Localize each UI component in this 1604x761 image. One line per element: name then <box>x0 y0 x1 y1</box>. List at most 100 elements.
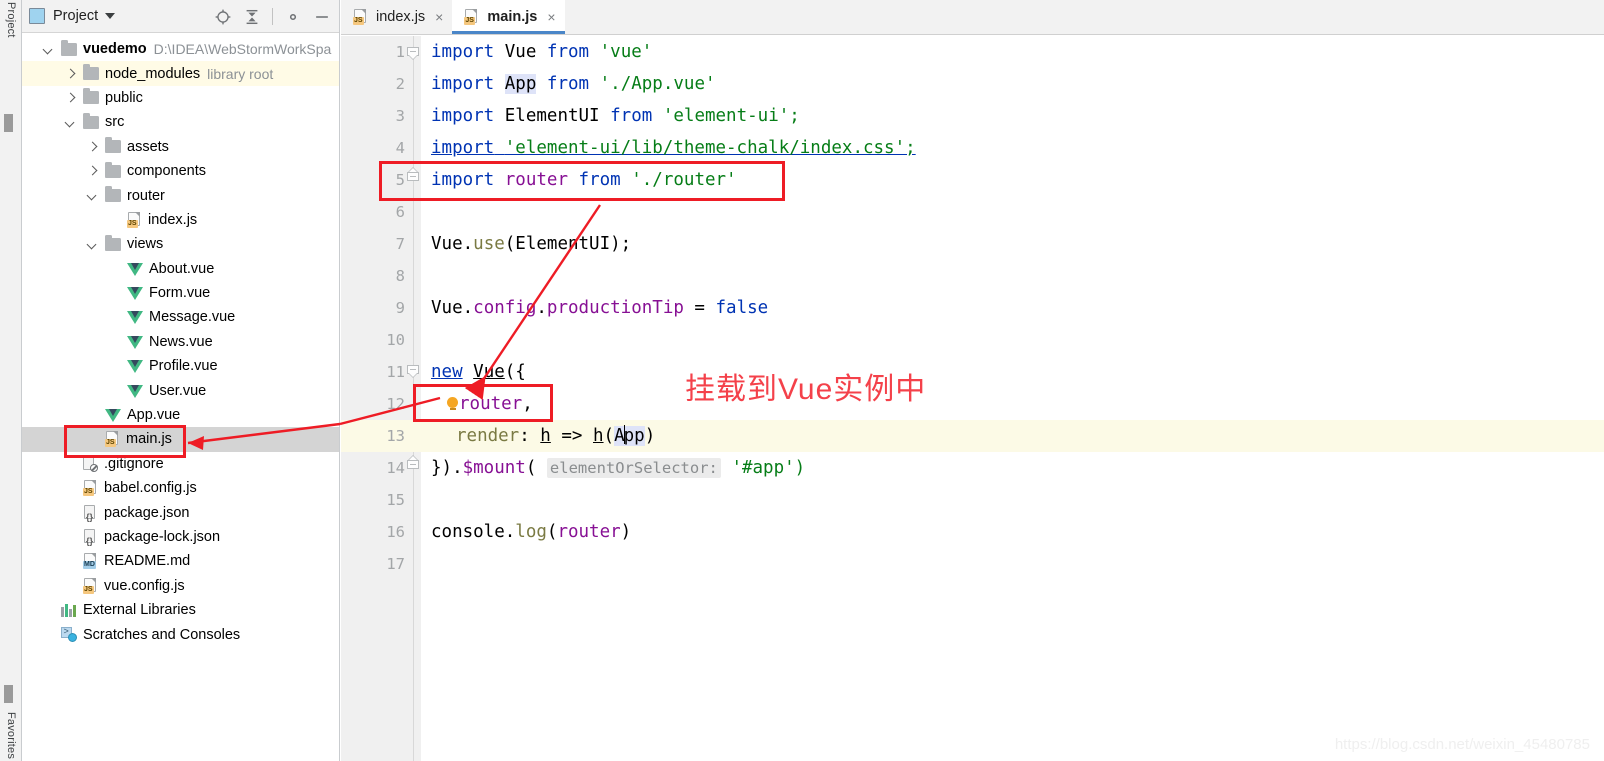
tool-window-button-favorites[interactable]: Favorites <box>1 712 21 759</box>
editor-tab-main-js[interactable]: JS main.js × <box>452 0 565 34</box>
tree-arrow-spacer <box>64 482 77 495</box>
code-line-3[interactable]: import ElementUI from 'element-ui'; <box>431 100 800 132</box>
folder-icon <box>105 186 121 203</box>
chevron-right-icon[interactable] <box>86 165 99 178</box>
tree-item-news-vue[interactable]: News.vue <box>22 330 339 354</box>
tool-window-button-project[interactable]: Project <box>1 2 21 38</box>
tree-item-suffix: D:\IDEA\WebStormWorkSpa <box>153 41 332 58</box>
chevron-down-icon[interactable] <box>86 238 99 251</box>
tree-item-router[interactable]: router <box>22 183 339 207</box>
tree-item-label: vue.config.js <box>104 577 185 594</box>
line-number: 5 <box>395 171 405 189</box>
tree-arrow-spacer <box>86 433 99 446</box>
tree-item-components[interactable]: components <box>22 159 339 183</box>
tree-item-scratches-and-consoles[interactable]: Scratches and Consoles <box>22 622 339 646</box>
close-icon[interactable]: × <box>547 10 555 24</box>
tree-item-public[interactable]: public <box>22 86 339 110</box>
code-line-13[interactable]: render: h => h(App) <box>456 420 655 452</box>
code-line-16[interactable]: console.log(router) <box>431 516 631 548</box>
chevron-down-icon[interactable] <box>42 43 55 56</box>
select-opened-file-icon[interactable] <box>214 8 232 26</box>
code-line-14[interactable]: }).$mount( elementOrSelector: '#app') <box>431 452 805 484</box>
tree-item-message-vue[interactable]: Message.vue <box>22 305 339 329</box>
tree-item-label: About.vue <box>149 260 215 277</box>
code-line-12[interactable]: router, <box>446 388 533 420</box>
tree-arrow-spacer <box>108 213 121 226</box>
code-line-11[interactable]: new Vue({ <box>431 356 526 388</box>
tree-item-about-vue[interactable]: About.vue <box>22 257 339 281</box>
collapse-all-icon[interactable] <box>243 8 261 26</box>
folder-icon <box>83 88 99 105</box>
tree-item-node-modules[interactable]: node_modules library root <box>22 61 339 86</box>
chevron-right-icon[interactable] <box>86 140 99 153</box>
close-icon[interactable]: × <box>435 10 443 24</box>
fold-marker-line1[interactable] <box>407 47 420 60</box>
code-line-4[interactable]: import 'element-ui/lib/theme-chalk/index… <box>431 132 916 164</box>
tree-item-external-libraries[interactable]: External Libraries <box>22 598 339 622</box>
project-tree[interactable]: vuedemo D:\IDEA\WebStormWorkSpa node_modul… <box>22 34 339 761</box>
tree-item-label: main.js <box>126 431 172 448</box>
tree-item-form-vue[interactable]: Form.vue <box>22 281 339 305</box>
line-number: 7 <box>395 235 405 253</box>
tree-item-assets[interactable]: assets <box>22 135 339 159</box>
chevron-down-icon[interactable] <box>64 116 77 129</box>
tree-arrow-spacer <box>108 262 121 275</box>
tree-item-label: External Libraries <box>83 602 196 619</box>
vue-file-icon <box>127 335 143 349</box>
strip-handle-bottom <box>4 685 13 703</box>
tree-item-label: components <box>127 163 206 180</box>
chevron-down-icon[interactable] <box>105 13 116 19</box>
folder-icon <box>83 64 99 81</box>
line-number: 12 <box>386 395 405 413</box>
code-line-5[interactable]: import router from './router' <box>431 164 737 196</box>
editor-tab-index-js[interactable]: JS index.js × <box>341 0 452 34</box>
tree-item-babel-config-js[interactable]: JS babel.config.js <box>22 476 339 500</box>
tree-item-user-vue[interactable]: User.vue <box>22 378 339 402</box>
line-number: 9 <box>395 299 405 317</box>
js-file-icon: JS <box>83 577 98 594</box>
chevron-right-icon[interactable] <box>64 91 77 104</box>
hide-window-icon[interactable] <box>313 8 331 26</box>
tree-item-index-js[interactable]: JS index.js <box>22 208 339 232</box>
tree-item-src[interactable]: src <box>22 110 339 134</box>
vue-file-icon <box>105 408 121 423</box>
tree-arrow-spacer <box>64 555 77 568</box>
annotation-chinese-note: 挂载到Vue实例中 <box>685 373 927 406</box>
editor-tab-bar[interactable]: JS index.js × JS main.js × <box>341 0 1604 35</box>
code-line-7[interactable]: Vue.use(ElementUI); <box>431 228 631 260</box>
tree-item-package-lock-json[interactable]: {} package-lock.json <box>22 525 339 549</box>
chevron-right-icon[interactable] <box>64 67 77 80</box>
tree-item-package-json[interactable]: {} package.json <box>22 500 339 524</box>
tree-item-label: App.vue <box>127 407 181 424</box>
folder-icon <box>61 39 77 56</box>
editor-body[interactable]: 1 2 3 4 5 6 7 8 9 10 11 12 13 14 15 16 17 import Vue fro… <box>341 36 1604 761</box>
intention-bulb-icon[interactable] <box>446 397 459 411</box>
code-line-2[interactable]: import App from './App.vue' <box>431 68 716 100</box>
tree-item-vue-config-js[interactable]: JS vue.config.js <box>22 574 339 598</box>
code-line-9[interactable]: Vue.config.productionTip = false <box>431 292 768 324</box>
fold-marker-line14[interactable] <box>407 455 420 473</box>
chevron-down-icon[interactable] <box>86 189 99 202</box>
tree-item-vuedemo[interactable]: vuedemo D:\IDEA\WebStormWorkSpa <box>22 37 339 61</box>
tree-item--gitignore[interactable]: .gitignore <box>22 452 339 476</box>
fold-marker-line5[interactable] <box>407 167 420 185</box>
tree-item-app-vue[interactable]: App.vue <box>22 403 339 427</box>
tree-item-readme-md[interactable]: MD README.md <box>22 549 339 573</box>
project-tool-window: Project vuedemo D:\IDEA\WebStormWorkSpa … <box>22 0 340 761</box>
tree-item-views[interactable]: views <box>22 232 339 256</box>
js-file-icon: JS <box>83 480 98 497</box>
tree-item-label: src <box>105 114 125 131</box>
js-file-icon: JS <box>105 431 120 448</box>
code-line-1[interactable]: import Vue from 'vue' <box>431 36 652 68</box>
project-panel-toolbar <box>214 0 331 33</box>
toolbar-divider <box>272 8 273 25</box>
json-file-icon: {} <box>83 504 98 521</box>
vue-file-icon <box>127 286 143 301</box>
tree-item-main-js[interactable]: JS main.js <box>22 427 339 452</box>
tree-item-profile-vue[interactable]: Profile.vue <box>22 354 339 378</box>
line-number: 14 <box>386 459 405 477</box>
settings-gear-icon[interactable] <box>284 8 302 26</box>
tree-arrow-spacer <box>64 531 77 544</box>
line-number: 16 <box>386 523 405 541</box>
fold-marker-line11[interactable] <box>407 365 420 378</box>
